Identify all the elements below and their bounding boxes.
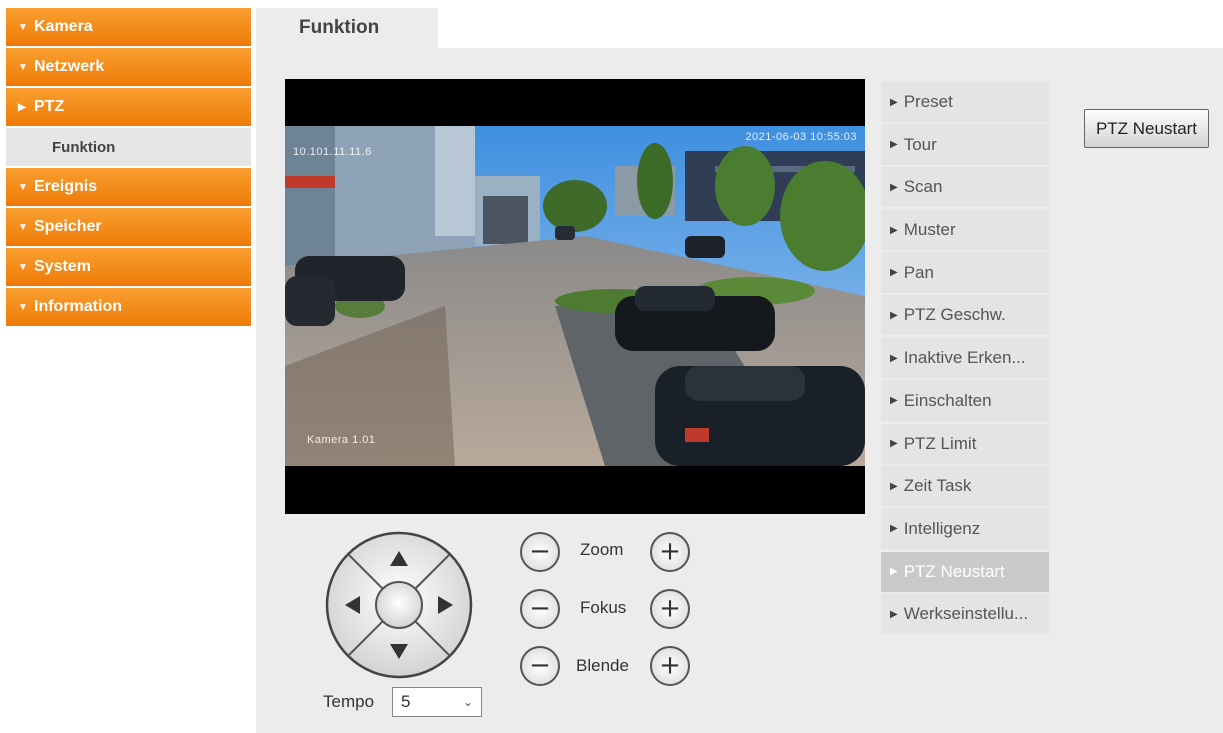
nav-item-kamera[interactable]: ▼ Kamera (6, 8, 251, 46)
triangle-right-icon: ▶ (890, 352, 898, 364)
menu-item-label: Inaktive Erken... (903, 348, 1026, 368)
menu-item-label: Preset (903, 92, 953, 111)
menu-item-ptz-neustart[interactable]: ▶ PTZ Neustart (881, 551, 1049, 592)
nav-item-system[interactable]: ▼ System (6, 248, 251, 286)
left-navigation: ▼ Kamera ▼ Netzwerk ▶ PTZ Funktion ▼ Ere… (6, 8, 251, 328)
video-scene: 10.101.11.11.6 2021-06-03 10:55:03 Kamer… (285, 126, 865, 466)
tempo-value: 5 (401, 692, 411, 711)
nav-item-label: Kamera (34, 18, 93, 35)
chevron-down-icon: ▼ (18, 21, 28, 33)
menu-item-inaktive-erkennung[interactable]: ▶ Inaktive Erken... (881, 338, 1049, 379)
triangle-right-icon: ▶ (890, 224, 898, 236)
menu-item-label: Werkseinstellu... (903, 604, 1029, 624)
triangle-right-icon: ▶ (890, 395, 898, 407)
zoom-in-button[interactable]: + (650, 532, 690, 572)
zoom-label: Zoom (580, 540, 624, 559)
triangle-right-icon: ▶ (890, 181, 898, 193)
triangle-right-icon: ▶ (890, 96, 898, 108)
minus-icon: − (529, 593, 551, 624)
menu-item-scan[interactable]: ▶ Scan (881, 167, 1049, 208)
triangle-right-icon: ▶ (890, 566, 898, 578)
nav-item-ptz[interactable]: ▶ PTZ (6, 88, 251, 126)
tab-label: Funktion (299, 17, 380, 38)
live-video[interactable]: 10.101.11.11.6 2021-06-03 10:55:03 Kamer… (285, 79, 865, 514)
menu-item-label: Einschalten (903, 390, 992, 410)
iris-plus-button[interactable]: + (650, 646, 690, 686)
osd-datetime: 2021-06-03 10:55:03 (745, 131, 857, 143)
nav-subitem-label: Funktion (52, 138, 116, 156)
zoom-out-button[interactable]: − (520, 532, 560, 572)
nav-item-label: System (34, 258, 91, 275)
menu-item-label: Scan (903, 177, 943, 197)
chevron-down-icon: ▼ (18, 181, 28, 193)
chevron-down-icon: ▼ (18, 221, 28, 233)
menu-item-label: Tour (903, 134, 937, 154)
triangle-right-icon: ▶ (890, 523, 898, 535)
triangle-right-icon: ▶ (890, 139, 898, 151)
nav-item-label: Netzwerk (34, 58, 105, 75)
ptz-function-menu: ▶ Preset ▶ Tour ▶ Scan ▶ Muster ▶ Pan ▶ PTZ Ge… (881, 82, 1049, 637)
menu-item-label: Intelligenz (903, 518, 981, 538)
triangle-right-icon: ▶ (890, 309, 898, 321)
tempo-select[interactable]: 5 ⌄ (392, 687, 482, 717)
menu-item-label: PTZ Limit (903, 433, 977, 453)
menu-item-ptz-limit[interactable]: ▶ PTZ Limit (881, 423, 1049, 464)
plus-icon: + (659, 593, 681, 624)
triangle-right-icon: ▶ (890, 480, 898, 492)
menu-item-preset[interactable]: ▶ Preset (881, 82, 1049, 122)
nav-item-ereignis[interactable]: ▼ Ereignis (6, 168, 251, 206)
nav-item-information[interactable]: ▼ Information (6, 288, 251, 326)
osd-ip-address: 10.101.11.11.6 (293, 146, 372, 158)
nav-subitem-funktion[interactable]: Funktion (6, 128, 251, 166)
ptz-direction-pad[interactable] (325, 531, 473, 679)
chevron-down-icon: ⌄ (462, 695, 473, 709)
nav-item-netzwerk[interactable]: ▼ Netzwerk (6, 48, 251, 86)
menu-item-pan[interactable]: ▶ Pan (881, 252, 1049, 293)
menu-item-label: Pan (903, 262, 934, 282)
focus-minus-button[interactable]: − (520, 589, 560, 629)
chevron-down-icon: ▼ (18, 61, 28, 73)
minus-icon: − (529, 536, 551, 567)
nav-item-speicher[interactable]: ▼ Speicher (6, 208, 251, 246)
minus-icon: − (529, 650, 551, 681)
chevron-down-icon: ▼ (18, 261, 28, 273)
menu-item-muster[interactable]: ▶ Muster (881, 210, 1049, 251)
nav-item-label: Ereignis (34, 178, 98, 195)
iris-label: Blende (576, 656, 629, 675)
menu-item-zeit-task[interactable]: ▶ Zeit Task (881, 466, 1049, 507)
ptz-center-button[interactable] (375, 581, 423, 629)
triangle-right-icon: ▶ (890, 438, 898, 449)
osd-camera-name: Kamera 1.01 (307, 434, 376, 446)
camera-scene-image (285, 126, 865, 466)
menu-item-werkseinstellungen[interactable]: ▶ Werkseinstellu... (881, 594, 1049, 635)
chevron-down-icon: ▼ (18, 301, 28, 313)
focus-label: Fokus (580, 598, 627, 617)
menu-item-ptz-geschw[interactable]: ▶ PTZ Geschw. (881, 295, 1049, 336)
nav-item-label: Speicher (34, 218, 102, 235)
triangle-right-icon: ▶ (890, 608, 898, 620)
tempo-label: Tempo (323, 692, 375, 711)
tab-funktion[interactable]: Funktion (256, 8, 438, 48)
menu-item-intelligenz[interactable]: ▶ Intelligenz (881, 508, 1049, 549)
focus-plus-button[interactable]: + (650, 589, 690, 629)
plus-icon: + (659, 650, 681, 681)
menu-item-tour[interactable]: ▶ Tour (881, 124, 1049, 165)
menu-item-label: PTZ Neustart (903, 561, 1005, 581)
menu-item-label: Zeit Task (903, 476, 972, 496)
menu-item-einschalten[interactable]: ▶ Einschalten (881, 380, 1049, 421)
nav-item-label: PTZ (34, 98, 65, 115)
plus-icon: + (659, 536, 681, 567)
nav-item-label: Information (34, 298, 122, 315)
iris-minus-button[interactable]: − (520, 646, 560, 686)
menu-item-label: PTZ Geschw. (903, 305, 1006, 325)
menu-item-label: Muster (903, 220, 956, 240)
ptz-restart-button[interactable]: PTZ Neustart (1084, 109, 1209, 148)
triangle-right-icon: ▶ (890, 267, 898, 279)
chevron-right-icon: ▶ (18, 101, 26, 113)
